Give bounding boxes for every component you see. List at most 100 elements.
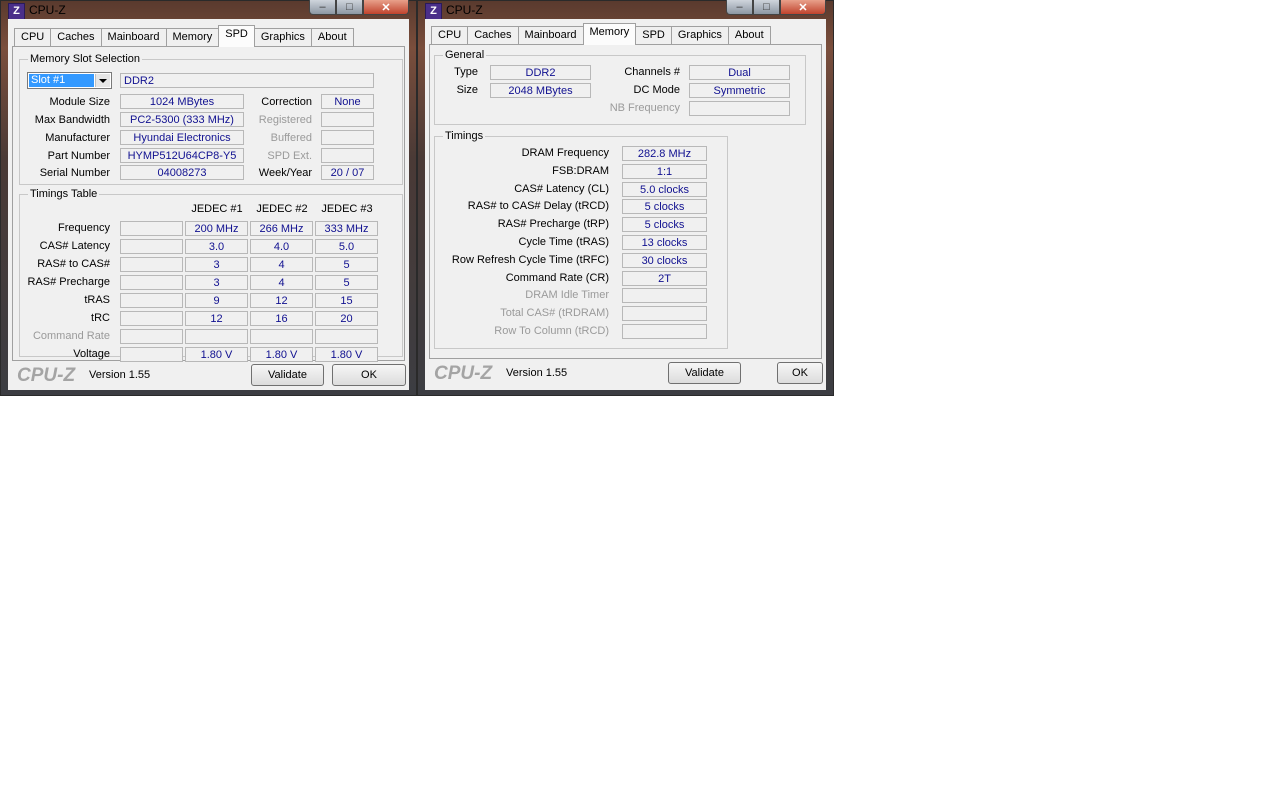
tab-about[interactable]: About xyxy=(727,26,771,44)
memory-timing-label: FSB:DRAM xyxy=(552,164,609,177)
memory-timing-label: Row Refresh Cycle Time (tRFC) xyxy=(451,253,609,266)
serial-number-value: 04008273 xyxy=(120,165,244,180)
validate-button[interactable]: Validate xyxy=(668,362,741,384)
timings-cell: 12 xyxy=(185,311,248,326)
part-number-label: Part Number xyxy=(47,150,110,162)
correction-value: None xyxy=(321,94,374,109)
tab-mainboard[interactable]: Mainboard xyxy=(100,28,167,46)
week-year-value: 20 / 07 xyxy=(321,165,374,180)
ok-button[interactable]: OK xyxy=(777,362,823,384)
tab-graphics[interactable]: Graphics xyxy=(253,28,312,46)
tab-caches[interactable]: Caches xyxy=(50,28,102,46)
validate-button[interactable]: Validate xyxy=(251,364,324,386)
chevron-down-icon[interactable] xyxy=(95,74,110,87)
minimize-button[interactable]: – xyxy=(726,0,753,15)
timings-group-label: Timings xyxy=(443,130,486,142)
memory-timing-label: DRAM Frequency xyxy=(521,147,609,159)
minimize-icon: – xyxy=(736,1,743,13)
channels-value: Dual xyxy=(689,65,790,80)
timings-cell: 5 xyxy=(315,257,378,272)
timings-cell xyxy=(315,329,378,344)
cpuz-brand-logo: CPU-Z xyxy=(434,363,493,384)
timings-cell: 4 xyxy=(250,275,313,290)
timings-cell xyxy=(120,275,183,290)
timings-cell: 20 xyxy=(315,311,378,326)
timings-cell: 266 MHz xyxy=(250,221,313,236)
timings-cell xyxy=(250,329,313,344)
general-group-label: General xyxy=(443,49,487,61)
module-size-label: Module Size xyxy=(49,96,110,108)
timings-cell: 3 xyxy=(185,275,248,290)
memory-timing-value: 2T xyxy=(622,270,707,286)
manufacturer-label: Manufacturer xyxy=(45,132,110,144)
week-year-label: Week/Year xyxy=(258,167,312,179)
slot-select[interactable]: Slot #1 xyxy=(27,72,112,89)
timings-cell xyxy=(120,257,183,272)
slot-select-value: Slot #1 xyxy=(29,74,94,87)
timings-row-label: tRC xyxy=(91,312,110,324)
cpuz-app-icon: Z xyxy=(8,3,25,20)
close-button[interactable]: ✕ xyxy=(363,0,409,15)
tab-mainboard[interactable]: Mainboard xyxy=(517,26,584,44)
tab-memory[interactable]: Memory xyxy=(582,23,637,45)
tab-about[interactable]: About xyxy=(310,28,354,46)
maximize-icon: □ xyxy=(346,1,353,13)
window-client: CPU Caches Mainboard Memory SPD Graphics… xyxy=(8,19,409,390)
maximize-icon: □ xyxy=(763,1,770,13)
memory-timing-label: CAS# Latency (CL) xyxy=(514,182,609,195)
timings-cell: 3.0 xyxy=(185,239,248,254)
correction-label: Correction xyxy=(261,96,312,108)
timings-header-jedec2: JEDEC #2 xyxy=(256,203,308,215)
memory-timing-value xyxy=(622,324,707,339)
max-bandwidth-label: Max Bandwidth xyxy=(34,114,110,126)
buffered-label: Buffered xyxy=(270,132,312,144)
memory-timing-label: Row To Column (tRCD) xyxy=(494,325,609,337)
timings-cell: 5.0 xyxy=(315,239,378,254)
timings-header-jedec1: JEDEC #1 xyxy=(191,203,243,215)
timings-cell xyxy=(120,239,183,254)
minimize-icon: – xyxy=(319,1,326,13)
tab-memory[interactable]: Memory xyxy=(165,28,220,46)
timings-cell xyxy=(120,311,183,326)
close-icon: ✕ xyxy=(798,1,808,14)
timings-cell: 12 xyxy=(250,293,313,308)
tab-spd[interactable]: SPD xyxy=(218,25,255,47)
maximize-button[interactable]: □ xyxy=(753,0,780,15)
timings-header-jedec3: JEDEC #3 xyxy=(321,203,373,215)
memory-timing-value: 13 clocks xyxy=(622,235,707,250)
window-title: CPU-Z xyxy=(29,3,66,17)
footer: CPU-Z Version 1.55 Validate OK xyxy=(425,358,826,388)
manufacturer-value: Hyundai Electronics xyxy=(120,130,244,145)
max-bandwidth-value: PC2-5300 (333 MHz) xyxy=(120,112,244,127)
type-label: Type xyxy=(454,66,478,78)
timings-cell xyxy=(120,329,183,344)
memory-timing-value: 5.0 clocks xyxy=(622,181,707,197)
spd-panel: Memory Slot Selection Slot #1 DDR2 Modul… xyxy=(12,46,405,362)
timings-cell xyxy=(185,329,248,344)
timings-row-label: RAS# Precharge xyxy=(27,276,110,288)
title-bar[interactable]: Z CPU-Z – □ ✕ xyxy=(418,0,833,20)
tab-caches[interactable]: Caches xyxy=(467,26,519,44)
memory-slot-group: Memory Slot Selection Slot #1 DDR2 Modul… xyxy=(19,53,403,185)
tab-cpu[interactable]: CPU xyxy=(431,26,469,44)
tab-spd[interactable]: SPD xyxy=(635,26,672,44)
tab-cpu[interactable]: CPU xyxy=(14,28,52,46)
close-button[interactable]: ✕ xyxy=(780,0,826,15)
timings-cell: 16 xyxy=(250,311,313,326)
maximize-button[interactable]: □ xyxy=(336,0,363,15)
spd-ext-value xyxy=(321,148,374,163)
dc-mode-value: Symmetric xyxy=(689,83,790,98)
title-bar[interactable]: Z CPU-Z – □ ✕ xyxy=(1,0,416,20)
timings-row-label: CAS# Latency xyxy=(39,240,110,252)
type-value: DDR2 xyxy=(490,65,591,80)
tab-graphics[interactable]: Graphics xyxy=(670,26,729,44)
nb-frequency-value xyxy=(689,101,790,116)
timings-cell: 5 xyxy=(315,275,378,290)
ok-button[interactable]: OK xyxy=(332,364,406,386)
minimize-button[interactable]: – xyxy=(309,0,336,15)
window-title: CPU-Z xyxy=(446,3,483,17)
timings-cell: 200 MHz xyxy=(185,221,248,236)
timings-row-label: Command Rate xyxy=(32,330,110,342)
spd-ext-label: SPD Ext. xyxy=(267,150,312,162)
memory-timing-label: RAS# to CAS# Delay (tRCD) xyxy=(467,200,609,213)
